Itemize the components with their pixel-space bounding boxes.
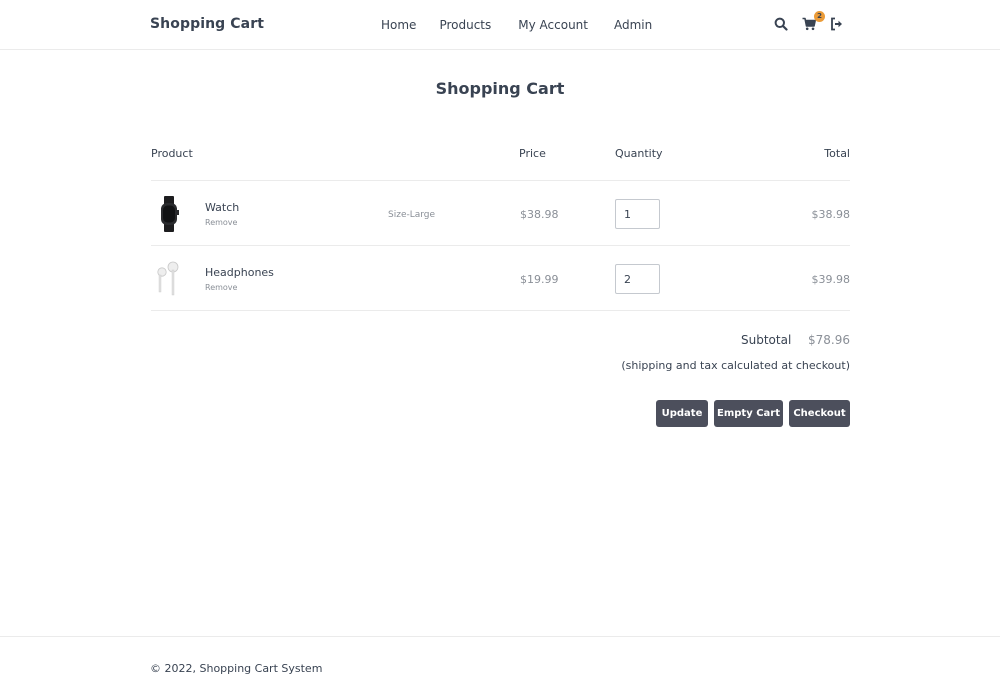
empty-cart-button[interactable]: Empty Cart bbox=[714, 400, 783, 427]
row-total: $38.98 bbox=[811, 208, 851, 221]
logout-icon[interactable] bbox=[830, 16, 846, 32]
nav-my-account-link[interactable]: My Account bbox=[518, 18, 588, 32]
product-name[interactable]: Headphones bbox=[205, 266, 274, 279]
site-header: Shopping Cart Home Products My Account A… bbox=[0, 0, 1000, 50]
headphones-product-image[interactable] bbox=[154, 261, 184, 297]
subtotal-label: Subtotal bbox=[741, 333, 792, 347]
product-name[interactable]: Watch bbox=[205, 201, 239, 214]
page-title: Shopping Cart bbox=[435, 79, 565, 98]
column-header-quantity: Quantity bbox=[615, 147, 663, 160]
main-nav: Home Products My Account Admin bbox=[381, 18, 652, 32]
remove-link[interactable]: Remove bbox=[205, 218, 237, 227]
cart-row-headphones: Headphones Remove $19.99 $39.98 bbox=[151, 246, 850, 311]
column-header-total: Total bbox=[824, 147, 850, 160]
nav-products-link[interactable]: Products bbox=[439, 18, 491, 32]
subtotal-value: $78.96 bbox=[808, 333, 850, 347]
site-footer: © 2022, Shopping Cart System bbox=[0, 636, 1000, 700]
column-header-price: Price bbox=[519, 147, 546, 160]
nav-admin-link[interactable]: Admin bbox=[614, 18, 652, 32]
brand-logo[interactable]: Shopping Cart bbox=[150, 16, 264, 32]
row-total: $39.98 bbox=[811, 273, 851, 286]
table-header: Product Price Quantity Total bbox=[151, 140, 850, 181]
cart-table: Product Price Quantity Total Watch Remov… bbox=[151, 140, 850, 311]
cart-row-watch: Watch Remove Size-Large $38.98 $38.98 bbox=[151, 181, 850, 246]
search-icon[interactable] bbox=[774, 16, 790, 32]
shipping-note: (shipping and tax calculated at checkout… bbox=[621, 359, 850, 372]
copyright-text: © 2022, Shopping Cart System bbox=[150, 662, 323, 675]
update-button[interactable]: Update bbox=[656, 400, 708, 427]
watch-product-image[interactable] bbox=[154, 196, 184, 232]
product-option: Size-Large bbox=[388, 210, 436, 220]
column-header-product: Product bbox=[151, 147, 193, 160]
checkout-button[interactable]: Checkout bbox=[789, 400, 850, 427]
nav-home-link[interactable]: Home bbox=[381, 18, 416, 32]
remove-link[interactable]: Remove bbox=[205, 283, 237, 292]
cart-count-badge: 2 bbox=[814, 11, 825, 22]
product-price: $38.98 bbox=[520, 208, 559, 221]
product-price: $19.99 bbox=[520, 273, 559, 286]
quantity-input[interactable] bbox=[615, 199, 660, 229]
quantity-input[interactable] bbox=[615, 264, 660, 294]
